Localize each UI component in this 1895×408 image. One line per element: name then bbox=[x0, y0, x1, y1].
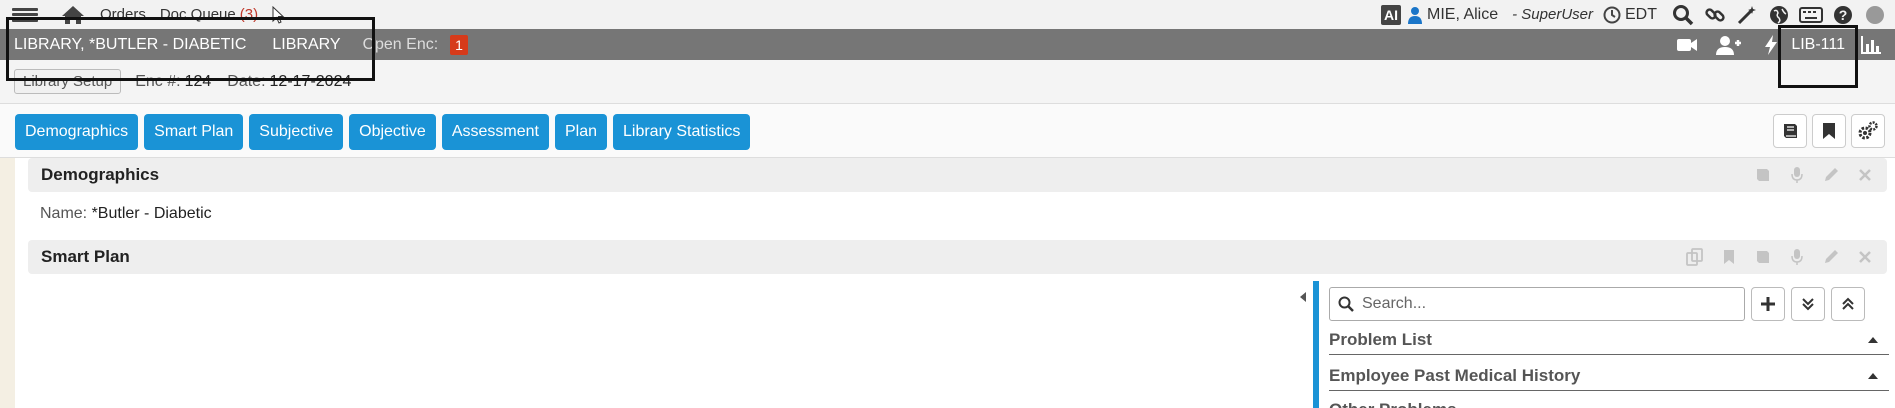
microphone-icon[interactable] bbox=[1787, 247, 1807, 267]
add-user-icon[interactable] bbox=[1715, 33, 1743, 57]
status-indicator-icon[interactable] bbox=[1863, 4, 1887, 26]
collapse-all-icon[interactable] bbox=[1831, 287, 1865, 321]
employee-past-medical-history-label: Employee Past Medical History bbox=[1329, 365, 1581, 385]
tab-demographics[interactable]: Demographics bbox=[15, 114, 139, 150]
tab-plan[interactable]: Plan bbox=[554, 114, 607, 150]
copy-icon[interactable] bbox=[1685, 247, 1705, 267]
tab-smart-plan[interactable]: Smart Plan bbox=[144, 114, 244, 150]
timezone[interactable]: EDT bbox=[1625, 6, 1657, 24]
pencil-icon[interactable] bbox=[1821, 247, 1841, 267]
smart-plan-section-header: Smart Plan bbox=[28, 240, 1887, 274]
demographics-section-header: Demographics bbox=[28, 158, 1887, 192]
other-problems-item[interactable]: Other Problems bbox=[1329, 395, 1889, 408]
add-icon[interactable] bbox=[1751, 287, 1785, 321]
close-icon[interactable] bbox=[1855, 165, 1875, 185]
user-role: - SuperUser bbox=[1512, 6, 1593, 23]
magic-wand-icon[interactable] bbox=[1735, 4, 1759, 26]
book-icon[interactable] bbox=[1753, 165, 1773, 185]
close-icon[interactable] bbox=[1855, 247, 1875, 267]
bookmark-icon[interactable] bbox=[1719, 247, 1739, 267]
open-encounters-badge[interactable]: 1 bbox=[450, 34, 468, 55]
tab-objective[interactable]: Objective bbox=[349, 114, 436, 150]
caret-up-icon bbox=[1868, 373, 1878, 379]
caret-up-icon bbox=[1868, 337, 1878, 343]
pencil-icon[interactable] bbox=[1821, 165, 1841, 185]
video-camera-icon[interactable] bbox=[1673, 33, 1701, 57]
employee-past-medical-history-item[interactable]: Employee Past Medical History bbox=[1329, 361, 1889, 391]
bar-chart-icon[interactable] bbox=[1857, 33, 1885, 57]
tab-library-statistics[interactable]: Library Statistics bbox=[613, 114, 751, 150]
smart-plan-title: Smart Plan bbox=[41, 247, 130, 266]
search-input[interactable] bbox=[1362, 295, 1732, 313]
other-problems-label: Other Problems bbox=[1329, 400, 1457, 408]
search-field[interactable] bbox=[1329, 287, 1745, 321]
microphone-icon[interactable] bbox=[1787, 165, 1807, 185]
collapse-panel-icon[interactable] bbox=[1293, 282, 1313, 312]
expand-all-icon[interactable] bbox=[1791, 287, 1825, 321]
demographics-title: Demographics bbox=[41, 165, 160, 184]
search-icon[interactable] bbox=[1671, 4, 1695, 26]
highlight-box-patient bbox=[6, 17, 375, 81]
demographics-name-row: Name: *Butler - Diabetic bbox=[40, 205, 212, 223]
name-value: *Butler - Diabetic bbox=[91, 205, 212, 222]
book-icon[interactable] bbox=[1773, 114, 1807, 148]
tab-assessment[interactable]: Assessment bbox=[441, 114, 549, 150]
bookmark-icon[interactable] bbox=[1812, 114, 1846, 148]
highlight-box-code bbox=[1778, 25, 1858, 88]
link-icon[interactable] bbox=[1703, 4, 1727, 26]
username[interactable]: MIE, Alice bbox=[1427, 6, 1498, 24]
main-content: Demographics Name: *Butler - Diabetic Sm… bbox=[15, 158, 1895, 408]
help-icon[interactable]: ? bbox=[1831, 4, 1855, 26]
settings-gears-icon[interactable] bbox=[1851, 114, 1885, 148]
name-label: Name: bbox=[40, 205, 88, 222]
tab-subjective[interactable]: Subjective bbox=[249, 114, 344, 150]
book-icon[interactable] bbox=[1753, 247, 1773, 267]
problem-list-item[interactable]: Problem List bbox=[1329, 325, 1889, 355]
smart-plan-panel: Problem List Employee Past Medical Histo… bbox=[1313, 281, 1895, 408]
user-icon bbox=[1408, 6, 1422, 24]
svg-text:?: ? bbox=[1839, 7, 1848, 23]
globe-icon[interactable] bbox=[1767, 4, 1791, 26]
keyboard-icon[interactable] bbox=[1799, 4, 1823, 26]
clock-icon bbox=[1603, 6, 1621, 23]
search-icon bbox=[1338, 296, 1354, 312]
problem-list-label: Problem List bbox=[1329, 329, 1432, 349]
ai-button[interactable]: AI bbox=[1381, 4, 1401, 25]
section-tab-bar: Demographics Smart Plan Subjective Objec… bbox=[0, 104, 1895, 158]
